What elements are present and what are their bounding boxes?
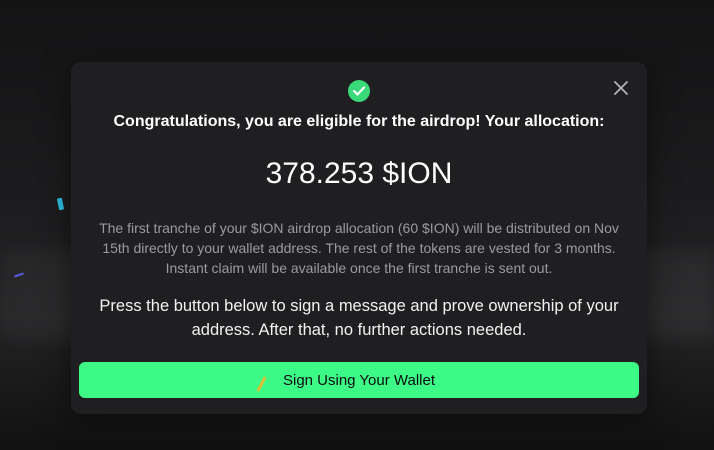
airdrop-modal: Congratulations, you are eligible for th…: [71, 62, 647, 414]
modal-heading: Congratulations, you are eligible for th…: [113, 113, 605, 130]
allocation-amount: 378.253 $ION: [265, 157, 453, 190]
close-icon: [614, 81, 628, 95]
sign-instruction: Press the button below to sign a message…: [99, 297, 619, 339]
close-button[interactable]: [611, 78, 631, 98]
sign-wallet-button[interactable]: Sign Using Your Wallet: [79, 362, 639, 398]
check-circle-icon: [348, 80, 370, 102]
sign-wallet-button-label: Sign Using Your Wallet: [282, 371, 436, 389]
distribution-description: The first tranche of your $ION airdrop a…: [99, 220, 619, 276]
